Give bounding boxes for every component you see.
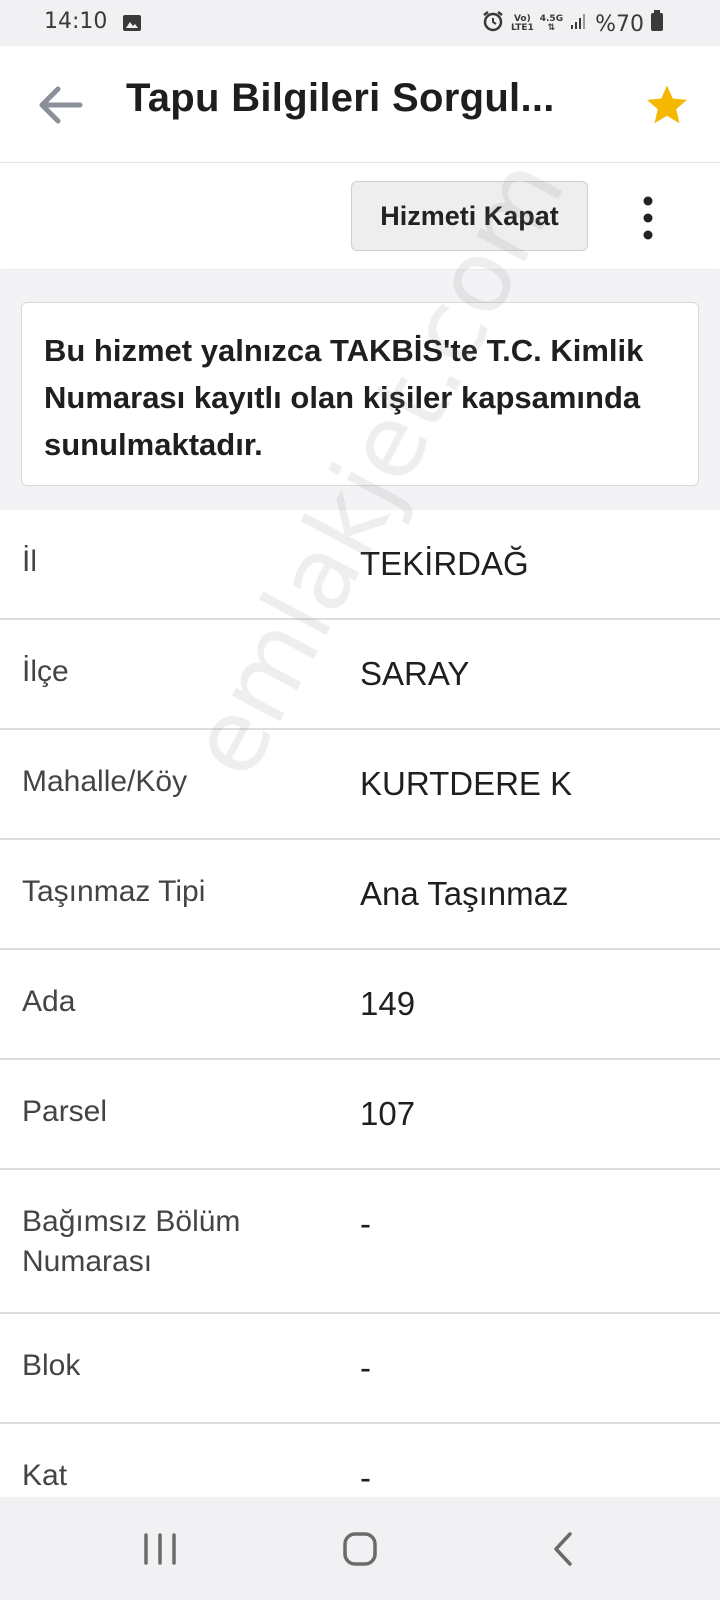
home-icon — [343, 1532, 377, 1566]
net-speed-indicator: 4.5G ⇅ — [540, 15, 563, 33]
row-value: SARAY — [360, 655, 470, 692]
row-value: - — [360, 1459, 371, 1496]
row-value: KURTDERE K — [360, 765, 573, 802]
table-row: İl TEKİRDAĞ — [0, 510, 720, 620]
row-value: - — [360, 1205, 371, 1242]
row-label: İlçe — [22, 655, 69, 688]
battery-level: %70 — [595, 11, 644, 37]
row-label: Kat — [22, 1459, 68, 1492]
row-label: Parsel — [22, 1095, 108, 1128]
row-label: Taşınmaz Tipi — [22, 875, 206, 908]
back-icon — [554, 1532, 572, 1566]
gallery-icon — [122, 13, 142, 38]
status-bar: 14:10 Vo) LTE1 4.5G ⇅ %70 — [0, 0, 720, 46]
network-indicator: Vo) LTE1 — [511, 15, 534, 33]
page-title: Tapu Bilgileri Sorgul... — [126, 76, 555, 120]
table-row: Blok - — [0, 1314, 720, 1424]
back-button[interactable] — [34, 80, 84, 130]
system-nav-bar — [0, 1497, 720, 1600]
row-value: Ana Taşınmaz — [360, 875, 569, 912]
row-value: 107 — [360, 1095, 416, 1132]
action-toolbar: Hizmeti Kapat — [0, 163, 720, 269]
row-label: İl — [22, 545, 37, 578]
signal-icon — [569, 11, 589, 37]
info-notice: Bu hizmet yalnızca TAKBİS'te T.C. Kimlik… — [21, 302, 699, 486]
row-value: 149 — [360, 985, 416, 1022]
battery-icon — [650, 10, 664, 38]
row-value: - — [360, 1349, 371, 1386]
nav-back-button[interactable] — [548, 1531, 578, 1572]
more-options-button[interactable] — [630, 193, 666, 243]
status-icons: Vo) LTE1 4.5G ⇅ %70 — [481, 9, 664, 39]
recent-apps-button[interactable] — [142, 1531, 178, 1572]
favorite-button[interactable] — [644, 82, 690, 128]
row-label: Blok — [22, 1349, 81, 1382]
close-service-button[interactable]: Hizmeti Kapat — [351, 181, 588, 251]
property-info-table: İl TEKİRDAĞ İlçe SARAY Mahalle/Köy KURTD… — [0, 510, 720, 1534]
status-time: 14:10 — [44, 9, 108, 34]
row-label: Mahalle/Köy — [22, 765, 188, 798]
home-button[interactable] — [342, 1531, 378, 1572]
table-row: Parsel 107 — [0, 1060, 720, 1170]
row-label: Bağımsız Bölüm Numarası — [22, 1205, 241, 1278]
table-row: İlçe SARAY — [0, 620, 720, 730]
row-label: Ada — [22, 985, 76, 1018]
row-value: TEKİRDAĞ — [360, 545, 529, 582]
star-icon — [647, 85, 687, 124]
data-arrows-icon: ⇅ — [547, 23, 556, 33]
table-row: Bağımsız Bölüm Numarası - — [0, 1170, 720, 1314]
more-vert-icon — [643, 196, 653, 240]
table-row: Taşınmaz Tipi Ana Taşınmaz — [0, 840, 720, 950]
recent-apps-icon — [144, 1533, 176, 1565]
arrow-left-icon — [39, 86, 83, 124]
table-row: Ada 149 — [0, 950, 720, 1060]
app-header: Tapu Bilgileri Sorgul... — [0, 46, 720, 163]
table-row: Mahalle/Köy KURTDERE K — [0, 730, 720, 840]
network-lte: LTE1 — [510, 23, 534, 33]
alarm-icon — [481, 9, 505, 39]
